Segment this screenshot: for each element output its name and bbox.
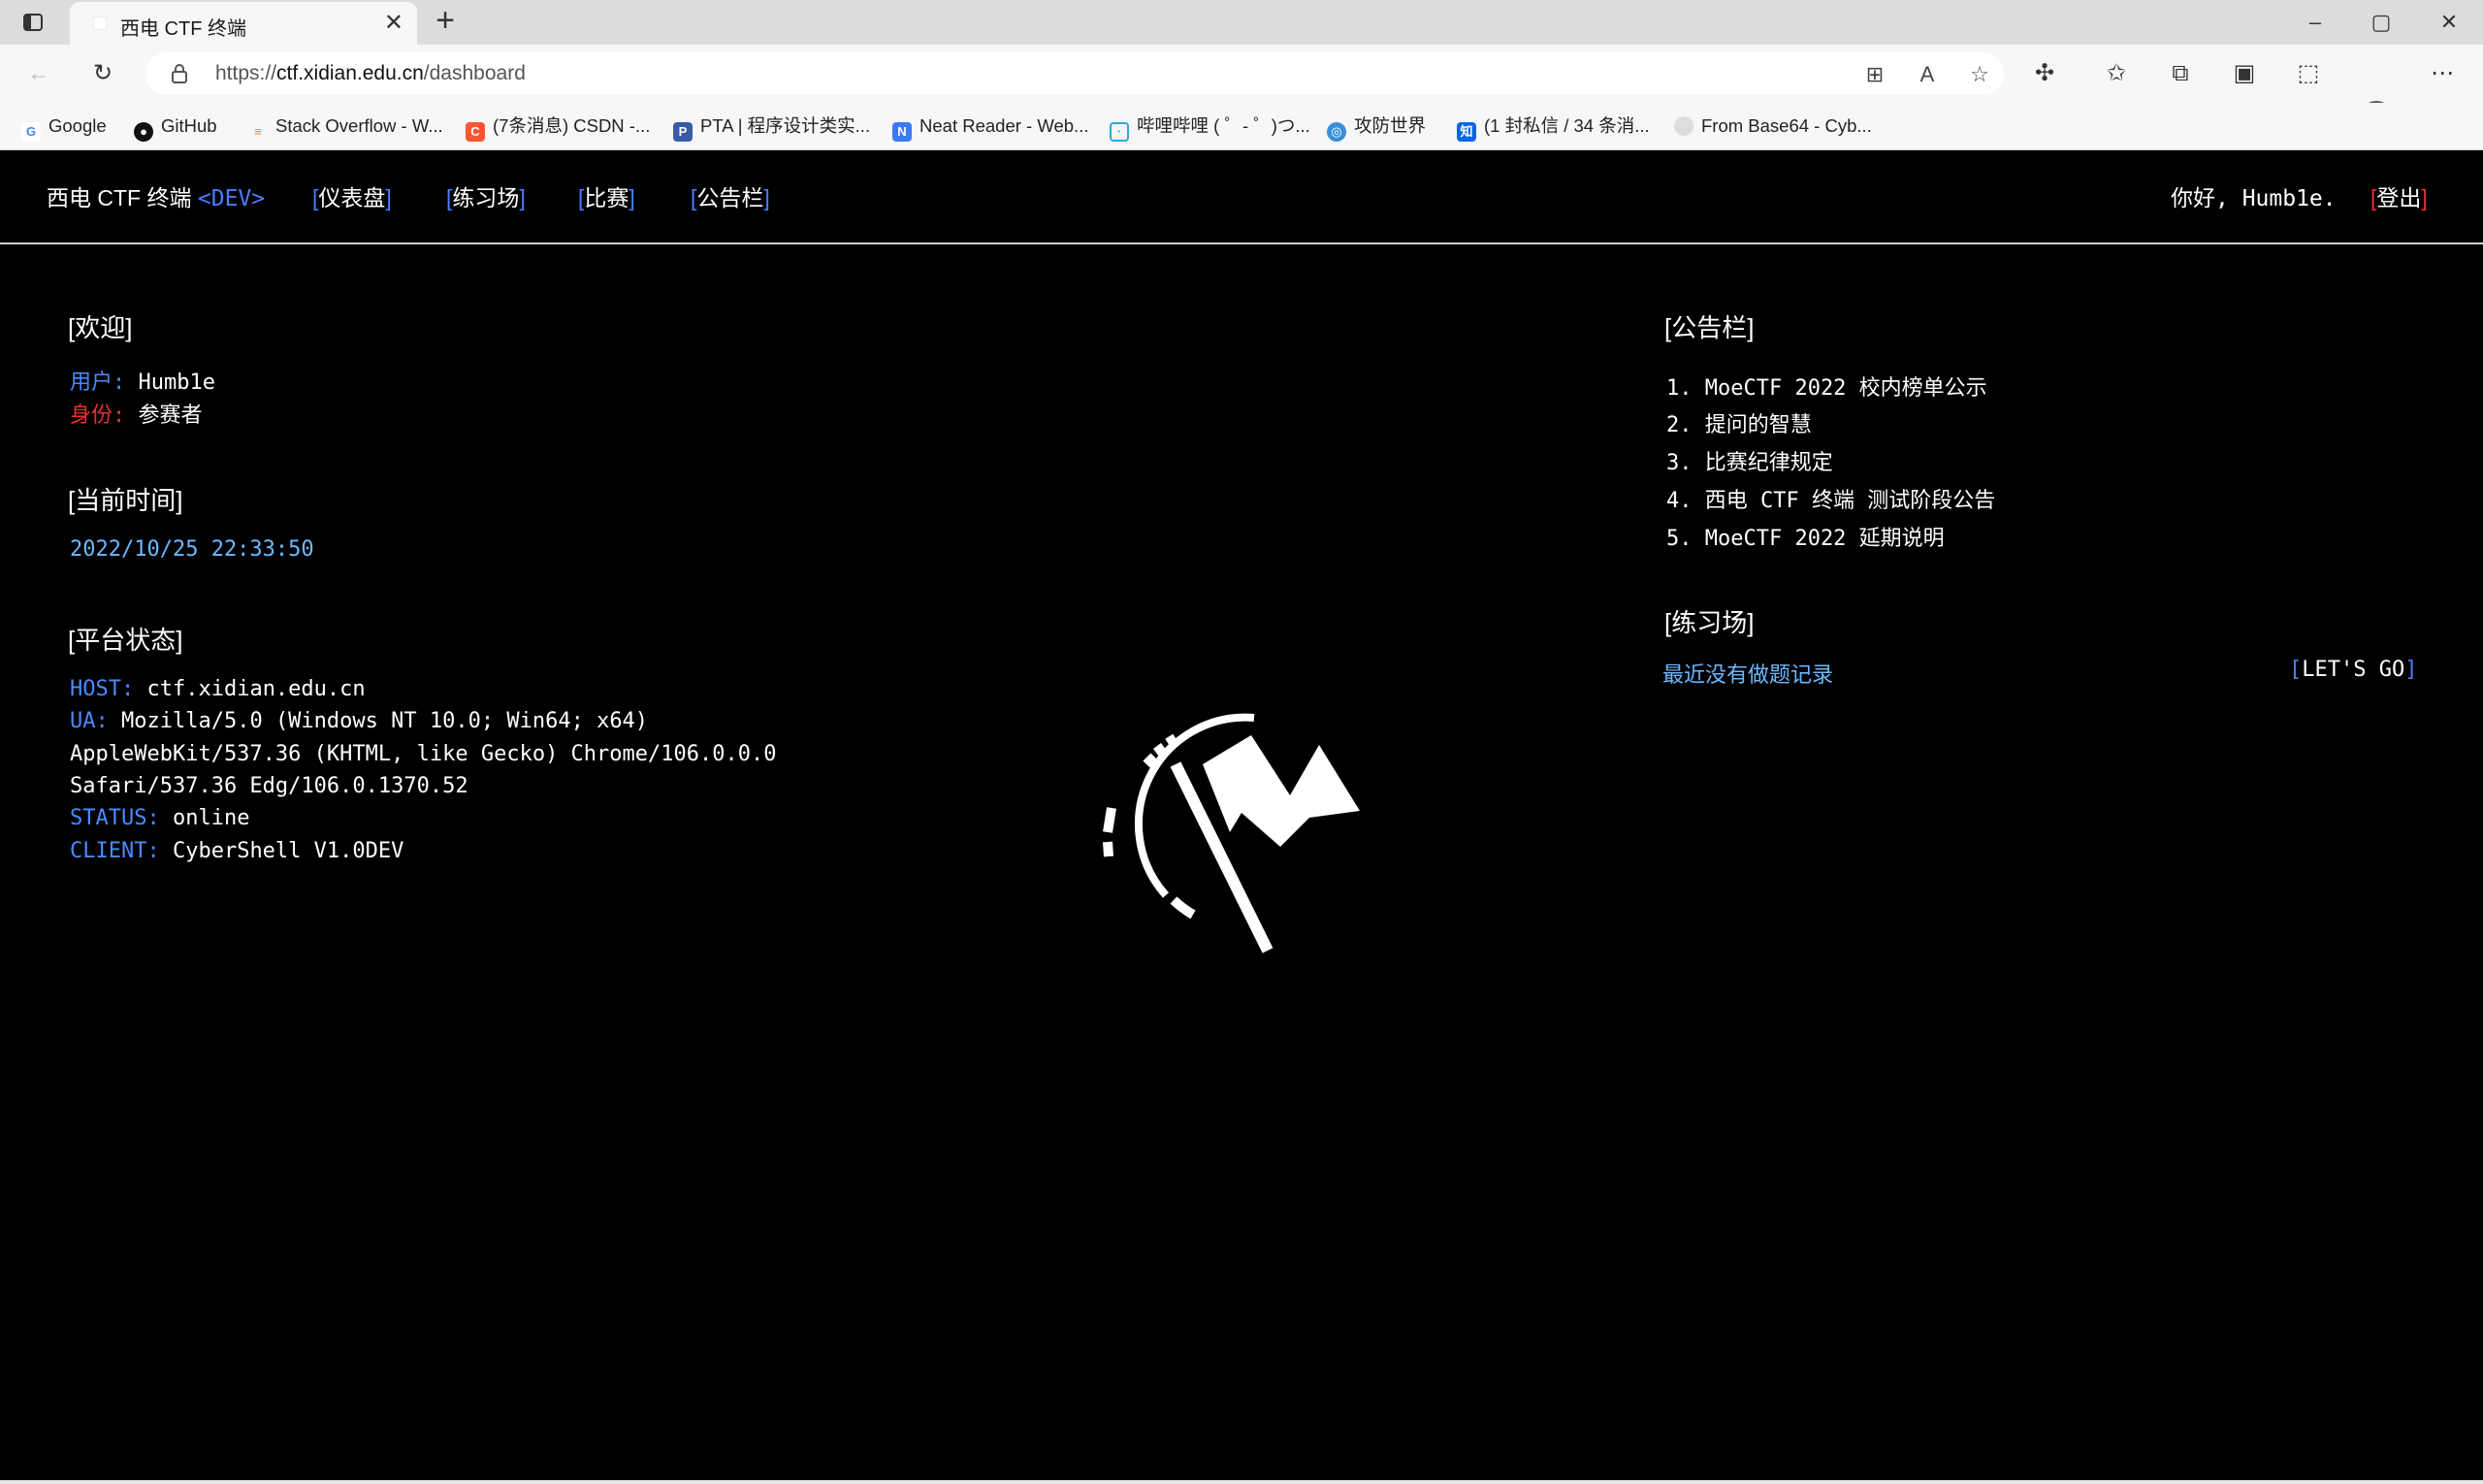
tab-close-icon[interactable]: ✕	[384, 12, 403, 35]
ua-row-cont-2: Safari/537.36 Edg/106.0.1370.52	[70, 774, 468, 798]
google-icon: G	[21, 122, 41, 142]
bookmark-cyberchef[interactable]: From Base64 - Cyb...	[1674, 114, 1872, 138]
current-time: 2022/10/25 22:33:50	[70, 537, 314, 562]
nav-practice[interactable]: [练习场]	[446, 179, 526, 212]
more-menu-icon[interactable]: ⋯	[2425, 56, 2460, 91]
tab-actions-icon[interactable]	[21, 11, 45, 34]
browser-essentials-icon[interactable]: ▣	[2227, 56, 2262, 91]
bookmark-csdn[interactable]: C (7条消息) CSDN -...	[466, 114, 650, 142]
csdn-icon: C	[466, 122, 485, 142]
app-available-icon[interactable]: ⊞	[1864, 64, 1886, 85]
site-header: 西电 CTF 终端 <DEV> [仪表盘] [练习场] [比赛] [公告栏] 你…	[0, 150, 2483, 244]
nav-dashboard[interactable]: [仪表盘]	[312, 179, 392, 212]
collections-icon[interactable]: ⧉	[2163, 56, 2198, 91]
logout-link[interactable]: [登出]	[2370, 179, 2428, 212]
nav-announcements[interactable]: [公告栏]	[691, 179, 770, 212]
bookmark-stackoverflow[interactable]: ≡ Stack Overflow - W...	[248, 114, 443, 142]
bookmark-google[interactable]: G Google	[21, 114, 107, 142]
greeting: 你好, Humb1e.	[2171, 186, 2337, 211]
favorites-icon[interactable]: ✩	[2099, 56, 2134, 91]
lets-go-button[interactable]: [LET'S GO]	[2289, 658, 2417, 682]
user-row: 用户: Humb1e	[70, 365, 215, 396]
bilibili-icon: ·	[1110, 122, 1129, 142]
neatreader-icon: N	[892, 122, 912, 142]
url-text[interactable]: https://ctf.xidian.edu.cn/dashboard	[215, 62, 526, 85]
minimize-icon[interactable]: –	[2281, 0, 2349, 45]
nav-contest[interactable]: [比赛]	[578, 179, 635, 212]
close-window-icon[interactable]: ✕	[2415, 0, 2483, 45]
ctf-flag-logo-icon	[1103, 713, 1360, 953]
announcement-item[interactable]: 4. 西电 CTF 终端 测试阶段公告	[1666, 483, 1995, 514]
ua-row-cont-1: AppleWebKit/537.36 (KHTML, like Gecko) C…	[70, 742, 777, 766]
status-row: STATUS: online	[70, 806, 250, 830]
bookmarks-bar: G Google ● GitHub ≡ Stack Overflow - W... C…	[0, 103, 2483, 150]
clock-title: [当前时间]	[68, 486, 183, 515]
browser-tab-bar: 西电 CTF 终端 ✕ + – ▢ ✕	[0, 0, 2483, 45]
stackoverflow-icon: ≡	[248, 122, 268, 142]
bookmark-neat-reader[interactable]: N Neat Reader - Web...	[892, 114, 1088, 142]
cyberchef-icon	[1674, 116, 1693, 136]
user-label: 用户:	[70, 371, 126, 395]
host-row: HOST: ctf.xidian.edu.cn	[70, 677, 366, 701]
screenshot-icon[interactable]: ⬚	[2291, 56, 2326, 91]
bookmark-adworld[interactable]: ◎ 攻防世界	[1327, 114, 1426, 142]
page-favicon-icon	[93, 16, 107, 30]
back-arrow-icon[interactable]: ←	[21, 56, 56, 91]
github-icon: ●	[134, 122, 153, 142]
role-label: 身份:	[70, 403, 126, 428]
lock-icon[interactable]	[171, 64, 188, 83]
practice-empty-text: 最近没有做题记录	[1662, 662, 1834, 687]
maximize-icon[interactable]: ▢	[2347, 0, 2415, 45]
adworld-icon: ◎	[1327, 122, 1346, 142]
pta-icon: P	[673, 122, 693, 142]
read-aloud-icon[interactable]: A	[1917, 64, 1938, 85]
announcement-item[interactable]: 2. 提问的智慧	[1666, 407, 1812, 438]
user-value: Humb1e	[138, 371, 215, 395]
announcements-title: [公告栏]	[1664, 313, 1755, 342]
practice-title: [练习场]	[1664, 608, 1755, 637]
bookmark-zhihu[interactable]: 知 (1 封私信 / 34 条消...	[1457, 114, 1650, 142]
announcement-item[interactable]: 1. MoeCTF 2022 校内榜单公示	[1666, 371, 1987, 402]
browser-tab-active[interactable]: 西电 CTF 终端 ✕	[70, 2, 417, 45]
browser-toolbar: ← ↻ https://ctf.xidian.edu.cn/dashboard …	[0, 45, 2483, 136]
new-tab-button[interactable]: +	[429, 4, 462, 39]
bookmark-bilibili[interactable]: · 哔哩哔哩 ( ゜- ゜)つ...	[1110, 114, 1310, 142]
announcement-item[interactable]: 5. MoeCTF 2022 延期说明	[1666, 521, 1945, 552]
welcome-title: [欢迎]	[68, 313, 133, 342]
client-row: CLIENT: CyberShell V1.0DEV	[70, 839, 404, 863]
site-brand[interactable]: 西电 CTF 终端 <DEV>	[47, 179, 265, 212]
extensions-icon[interactable]: ✣	[2027, 56, 2062, 91]
bookmark-github[interactable]: ● GitHub	[134, 114, 217, 142]
add-favorite-icon[interactable]: ☆	[1969, 64, 1990, 85]
tab-title: 西电 CTF 终端	[120, 18, 246, 40]
ua-row: UA: Mozilla/5.0 (Windows NT 10.0; Win64;…	[70, 709, 649, 733]
bookmark-pta[interactable]: P PTA | 程序设计类实...	[673, 114, 870, 142]
role-value: 参赛者	[138, 403, 203, 428]
reload-icon[interactable]: ↻	[85, 56, 120, 91]
zhihu-icon: 知	[1457, 122, 1476, 142]
address-bar[interactable]: https://ctf.xidian.edu.cn/dashboard ⊞ A …	[145, 52, 2004, 95]
platform-title: [平台状态]	[68, 626, 183, 655]
announcement-item[interactable]: 3. 比赛纪律规定	[1666, 445, 1833, 476]
page-bottom-divider	[0, 1480, 2483, 1484]
role-row: 身份: 参赛者	[70, 398, 203, 429]
